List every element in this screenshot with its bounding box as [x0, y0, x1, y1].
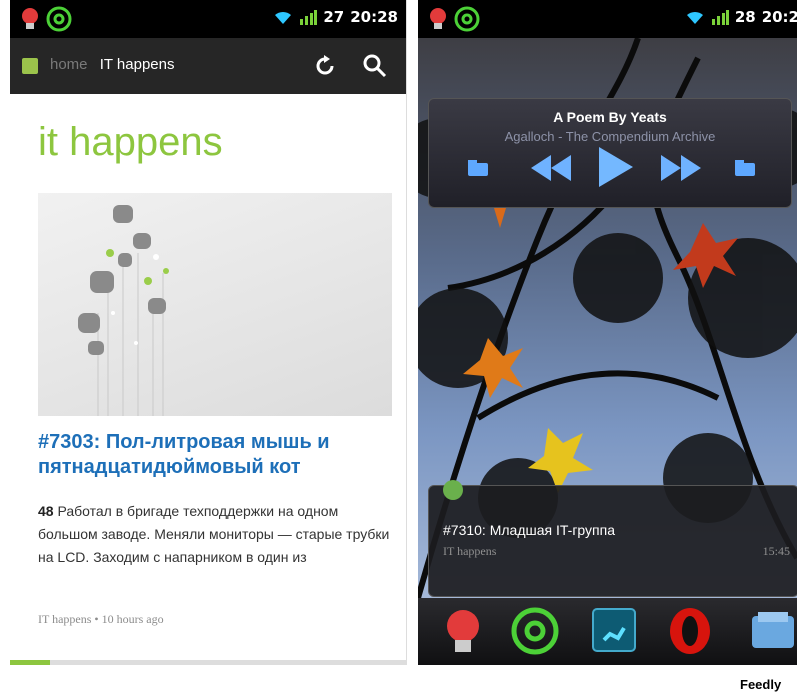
- app-dock: [418, 598, 797, 665]
- section-title: it happens: [38, 120, 223, 164]
- fast-forward-icon[interactable]: [661, 155, 701, 181]
- battery-level: 27: [323, 8, 345, 26]
- rewind-icon[interactable]: [531, 155, 571, 181]
- widget-time: 15:45: [762, 544, 790, 558]
- right-phone-screen: 28 20:2 A Poem By Yeats Agalloch - The C…: [418, 0, 797, 665]
- widget-story-title[interactable]: #7310: Младшая IT-группа: [443, 522, 615, 538]
- app-icon[interactable]: [22, 58, 38, 74]
- at-icon[interactable]: [510, 606, 560, 656]
- track-title: A Poem By Yeats: [553, 109, 667, 125]
- phone-icon[interactable]: [590, 606, 638, 654]
- refresh-icon[interactable]: [312, 53, 338, 79]
- folder-prev-icon[interactable]: [467, 159, 489, 177]
- at-icon: [454, 6, 480, 32]
- reading-progress: [10, 660, 406, 665]
- bulb-icon[interactable]: [440, 606, 486, 656]
- bulb-icon: [430, 8, 446, 29]
- folder-next-icon[interactable]: [734, 159, 756, 177]
- story-meta: IT happens • 10 hours ago: [38, 612, 164, 626]
- status-bar: 28 20:2: [418, 0, 797, 38]
- signal-icon: [711, 10, 729, 25]
- home-link[interactable]: home: [50, 56, 88, 73]
- at-icon: [46, 6, 72, 32]
- track-artist-album: Agalloch - The Compendium Archive: [504, 129, 716, 144]
- music-player-widget: A Poem By Yeats Agalloch - The Compendiu…: [428, 98, 792, 208]
- search-icon[interactable]: [362, 53, 388, 79]
- story-count: 48: [38, 503, 54, 519]
- battery-level: 28: [734, 8, 756, 26]
- opera-icon[interactable]: [668, 606, 712, 656]
- breadcrumb: home IT happens: [50, 56, 174, 73]
- image-caption: Feedly: [740, 677, 782, 692]
- feedly-icon: [443, 480, 463, 500]
- wifi-icon: [686, 11, 703, 24]
- story-excerpt: 48 Работал в бригаде техподдержки на одн…: [38, 500, 398, 569]
- bulb-icon: [22, 8, 38, 29]
- page-title: IT happens: [99, 56, 175, 73]
- story-title-link[interactable]: #7303: Пол-литровая мышь и пятнадцатидюй…: [38, 430, 403, 480]
- story-image[interactable]: [38, 193, 392, 416]
- home-wallpaper: A Poem By Yeats Agalloch - The Compendiu…: [418, 38, 797, 598]
- files-icon[interactable]: [748, 606, 797, 656]
- signal-icon: [300, 10, 318, 25]
- clock: 20:28: [350, 8, 398, 26]
- left-phone-screen: 27 20:28 home IT happens it happens #730…: [10, 0, 407, 665]
- story-text: Работал в бригаде техподдержки на одном …: [38, 503, 390, 565]
- feedly-widget[interactable]: #7310: Младшая IT-группа IT happens 15:4…: [428, 480, 797, 597]
- action-bar: home IT happens: [10, 38, 406, 94]
- reading-progress-fill: [10, 660, 50, 665]
- play-icon[interactable]: [599, 147, 633, 187]
- wifi-icon: [275, 11, 292, 24]
- widget-source: IT happens: [443, 544, 497, 558]
- status-bar: 27 20:28: [10, 0, 406, 38]
- clock: 20:2: [761, 8, 797, 26]
